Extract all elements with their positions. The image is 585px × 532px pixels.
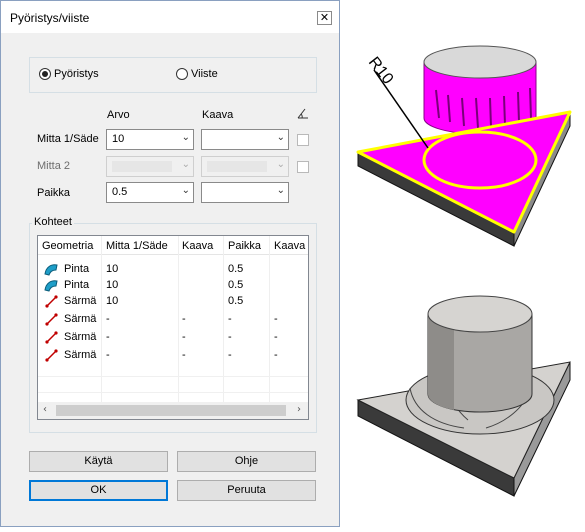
radio-fillet-label: Pyöristys xyxy=(54,68,99,80)
formula2-cell: - xyxy=(274,313,278,325)
radius-label: R10 xyxy=(365,54,397,88)
list-header: Geometria Mitta 1/Säde Kaava Paikka Kaav… xyxy=(38,236,308,255)
edge-icon xyxy=(45,331,59,347)
targets-list[interactable]: Geometria Mitta 1/Säde Kaava Paikka Kaav… xyxy=(37,235,309,420)
place-cell: 0.5 xyxy=(228,263,244,275)
formula-cell: - xyxy=(182,349,186,361)
formula-cell: - xyxy=(182,313,186,325)
dim1-label: Mitta 1/Säde xyxy=(37,133,99,145)
edge-icon xyxy=(45,313,59,329)
dim1-value-combo[interactable]: 10 ⌄ xyxy=(106,129,194,150)
geometry-cell: Pinta xyxy=(64,279,90,291)
table-row[interactable]: Pinta 10 0.5 xyxy=(38,278,308,294)
table-row[interactable]: Pinta 10 0.5 xyxy=(38,262,308,278)
radio-fillet[interactable]: Pyöristys xyxy=(39,68,99,80)
angle-icon xyxy=(297,107,309,122)
geometry-cell: Särmä xyxy=(64,331,97,343)
row-divider xyxy=(38,392,308,393)
geometry-cell: Särmä xyxy=(64,313,97,325)
col-dim[interactable]: Mitta 1/Säde xyxy=(106,240,168,252)
dim2-label: Mitta 2 xyxy=(37,160,71,172)
targets-group-label: Kohteet xyxy=(32,216,74,228)
radio-chamfer-label: Viiste xyxy=(191,68,218,80)
place-formula-combo[interactable]: ⌄ xyxy=(201,182,289,203)
dim2-angle-checkbox[interactable] xyxy=(297,161,309,173)
table-row[interactable]: Särmä - - - - xyxy=(38,312,308,328)
chevron-down-icon: ⌄ xyxy=(276,132,285,143)
place-label: Paikka xyxy=(37,187,71,199)
dim-cell: 10 xyxy=(106,279,119,291)
row-divider xyxy=(38,376,308,377)
dim1-angle-checkbox[interactable] xyxy=(297,134,309,146)
surface-icon xyxy=(43,278,59,295)
dim-cell: - xyxy=(106,313,110,325)
disabled-field-fill xyxy=(112,161,172,172)
edge-icon xyxy=(45,349,59,365)
help-button[interactable]: Ohje xyxy=(177,451,316,472)
dialog-title: Pyöristys/viiste xyxy=(10,11,90,25)
place-cell: 0.5 xyxy=(228,295,244,307)
dim2-value-combo[interactable]: ⌄ xyxy=(106,156,194,177)
preview-drawing: R10 xyxy=(356,45,572,497)
col-formula[interactable]: Kaava xyxy=(182,240,213,252)
chevron-down-icon: ⌄ xyxy=(181,185,190,196)
dim-cell: 10 xyxy=(106,263,119,275)
dim-cell: 10 xyxy=(106,295,119,307)
fillet-chamfer-dialog: Pyöristys/viiste ✕ Pyöristys Viiste Arvo… xyxy=(0,0,340,527)
close-icon: ✕ xyxy=(319,11,330,24)
place-cell: - xyxy=(228,313,232,325)
table-row[interactable]: Särmä - - - - xyxy=(38,330,308,346)
geometry-cell: Särmä xyxy=(64,349,97,361)
col-geometry[interactable]: Geometria xyxy=(42,240,93,252)
geometry-cell: Pinta xyxy=(64,263,90,275)
scroll-left-icon[interactable]: ‹ xyxy=(43,404,47,415)
chevron-down-icon: ⌄ xyxy=(181,132,190,143)
table-row[interactable]: Särmä - - - - xyxy=(38,348,308,364)
scroll-right-icon[interactable]: › xyxy=(297,404,301,415)
edge-icon xyxy=(45,295,59,311)
radio-chamfer[interactable]: Viiste xyxy=(176,68,218,80)
place-value: 0.5 xyxy=(112,186,128,198)
formula2-cell: - xyxy=(274,349,278,361)
dim2-formula-combo[interactable]: ⌄ xyxy=(201,156,289,177)
fillet-preview-figure: R10 xyxy=(344,0,585,529)
cancel-button[interactable]: Peruuta xyxy=(177,480,316,501)
scrollbar-thumb[interactable] xyxy=(56,405,286,416)
place-value-combo[interactable]: 0.5 ⌄ xyxy=(106,182,194,203)
formula-cell: - xyxy=(182,331,186,343)
radio-fillet-indicator[interactable] xyxy=(39,68,51,80)
dim-cell: - xyxy=(106,331,110,343)
title-bar: Pyöristys/viiste ✕ xyxy=(1,1,339,33)
col-formula2[interactable]: Kaava xyxy=(274,240,305,252)
chevron-down-icon: ⌄ xyxy=(276,185,285,196)
place-cell: - xyxy=(228,331,232,343)
place-cell: - xyxy=(228,349,232,361)
dim-cell: - xyxy=(106,349,110,361)
ok-button[interactable]: OK xyxy=(29,480,168,501)
formula-column-header: Kaava xyxy=(202,109,234,121)
table-row[interactable]: Särmä 10 0.5 xyxy=(38,294,308,310)
horizontal-scrollbar[interactable]: ‹ › xyxy=(38,402,308,419)
chevron-down-icon: ⌄ xyxy=(181,159,190,170)
apply-button[interactable]: Käytä xyxy=(29,451,168,472)
geometry-cell: Särmä xyxy=(64,295,97,307)
formula2-cell: - xyxy=(274,331,278,343)
place-cell: 0.5 xyxy=(228,279,244,291)
radio-chamfer-indicator[interactable] xyxy=(176,68,188,80)
dim1-formula-combo[interactable]: ⌄ xyxy=(201,129,289,150)
chevron-down-icon: ⌄ xyxy=(276,159,285,170)
disabled-field-fill xyxy=(207,161,267,172)
surface-icon xyxy=(43,262,59,279)
dim1-value: 10 xyxy=(112,133,125,145)
close-button[interactable]: ✕ xyxy=(317,11,332,25)
value-column-header: Arvo xyxy=(107,109,130,121)
col-place[interactable]: Paikka xyxy=(228,240,261,252)
